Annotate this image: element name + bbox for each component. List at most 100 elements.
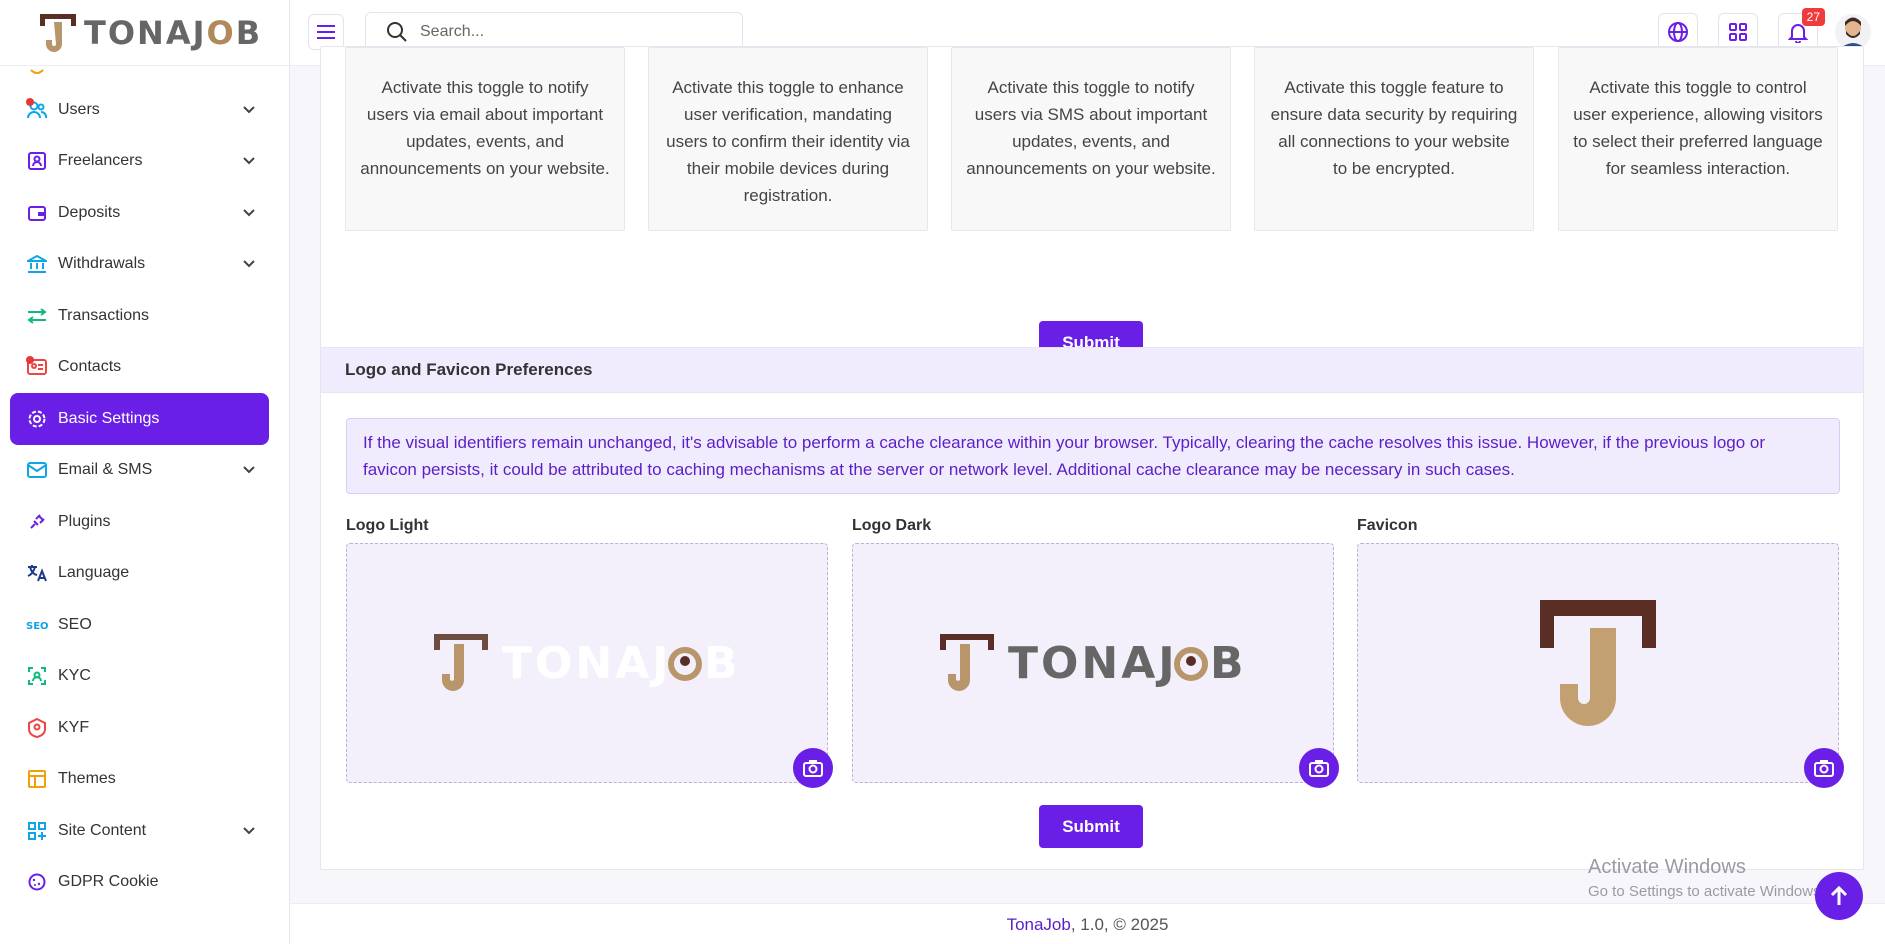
mail-icon [26, 459, 48, 481]
status-dot [26, 355, 34, 364]
favicon-uploader[interactable] [1357, 543, 1844, 788]
svg-text:B: B [704, 638, 738, 689]
notification-count-badge: 27 [1801, 8, 1825, 26]
sidebar-item-partial[interactable] [10, 64, 269, 84]
sidebar-item-site-content[interactable]: Site Content [10, 805, 269, 857]
footer-brand-link[interactable]: TonaJob [1007, 915, 1071, 934]
windows-watermark: Activate Windows Go to Settings to activ… [1588, 856, 1825, 900]
chevron-down-icon [243, 204, 255, 222]
logo-mark-icon [40, 13, 76, 52]
sidebar-item-label: Basic Settings [58, 409, 160, 427]
sidebar-item-withdrawals[interactable]: Withdrawals [10, 239, 269, 291]
watermark-title: Activate Windows [1588, 856, 1746, 878]
sidebar-item-plugins[interactable]: Plugins [10, 496, 269, 548]
cookie-icon [26, 871, 48, 893]
toggle-description-tile: Activate this toggle to notify users via… [951, 47, 1231, 231]
sidebar-item-freelancers[interactable]: Freelancers [10, 136, 269, 188]
sidebar-item-language[interactable]: Language [10, 548, 269, 600]
sidebar-item-label: Transactions [58, 306, 149, 324]
camera-icon [803, 760, 823, 777]
toggle-settings-card: Activate this toggle to notify users via… [320, 46, 1864, 388]
translate-icon [26, 562, 48, 584]
footer: TonaJob, 1.0, © 2025 [290, 903, 1885, 944]
svg-text:TONAJ: TONAJ [1008, 638, 1178, 689]
sidebar-item-label: Plugins [58, 512, 111, 530]
wallet-icon [26, 202, 48, 224]
logo-light-uploader[interactable]: TONAJ B [346, 543, 833, 788]
logo-light-camera-button[interactable] [793, 748, 833, 788]
logo-submit-button[interactable]: Submit [1039, 805, 1143, 848]
sidebar-item-deposits[interactable]: Deposits [10, 187, 269, 239]
scroll-to-top-button[interactable] [1815, 872, 1863, 920]
search-icon [387, 22, 407, 42]
chevron-down-icon [243, 152, 255, 170]
logo-dark-preview: TONAJ B [940, 634, 1244, 691]
search-input[interactable] [420, 23, 720, 41]
sidebar-item-label: Deposits [58, 203, 121, 221]
camera-icon [1814, 760, 1834, 777]
favicon-label: Favicon [1357, 517, 1418, 534]
sidebar-item-label: Users [58, 100, 100, 118]
bank-icon [26, 253, 48, 275]
sidebar-item-label: KYC [58, 667, 91, 685]
brand-wordmark: TONAJOB [84, 13, 263, 52]
logo-light-preview: TONAJ B [434, 634, 738, 691]
favicon-preview [1540, 600, 1656, 726]
grid-plus-icon [26, 820, 48, 842]
sidebar-item-label: Site Content [58, 821, 147, 839]
face-scan-icon [26, 665, 48, 687]
sidebar-item-label: Themes [58, 770, 116, 788]
sidebar-item-users[interactable]: Users [10, 84, 269, 136]
sidebar-item-label: Freelancers [58, 152, 143, 170]
toggle-description-tile: Activate this toggle to notify users via… [345, 47, 625, 231]
chevron-down-icon [243, 461, 255, 479]
sidebar-item-email-sms[interactable]: Email & SMS [10, 445, 269, 497]
sidebar-item-gdpr-cookie[interactable]: GDPR Cookie [10, 857, 269, 909]
chevron-down-icon [243, 822, 255, 840]
brand-logo[interactable]: TONAJOB [38, 12, 262, 54]
svg-text:TONAJ: TONAJ [502, 638, 672, 689]
favicon-camera-button[interactable] [1804, 748, 1844, 788]
svg-text:B: B [1210, 638, 1244, 689]
sidebar-item-label: Withdrawals [58, 255, 146, 273]
camera-icon [1309, 760, 1329, 777]
user-avatar-icon [1839, 17, 1867, 50]
toggle-description-tile: Activate this toggle feature to ensure d… [1254, 47, 1534, 231]
sidebar-item-kyc[interactable]: KYC [10, 651, 269, 703]
sidebar-item-kyf[interactable]: KYF [10, 702, 269, 754]
id-card-icon [26, 150, 48, 172]
toggle-description-text: Activate this toggle to control user exp… [1573, 78, 1823, 178]
toggle-description-text: Activate this toggle feature to ensure d… [1270, 78, 1518, 178]
logo-light-label: Logo Light [346, 517, 429, 534]
sidebar-item-contacts[interactable]: Contacts [10, 342, 269, 394]
status-dot [26, 98, 34, 106]
sidebar-item-label: Contacts [58, 358, 122, 376]
logo-dark-label: Logo Dark [852, 517, 932, 534]
plug-icon [26, 511, 48, 533]
chevron-down-icon [243, 255, 255, 273]
footer-version: , 1.0, © 2025 [1070, 915, 1169, 934]
grid-icon [1729, 23, 1747, 41]
toggle-description-text: Activate this toggle to enhance user ver… [666, 78, 910, 205]
sidebar-item-themes[interactable]: Themes [10, 754, 269, 806]
menu-toggle-button[interactable] [308, 14, 344, 50]
partial-icon [26, 64, 48, 84]
avatar[interactable] [1835, 14, 1871, 50]
sidebar-item-label: GDPR Cookie [58, 873, 159, 891]
sidebar: TONAJOB Users Freelancers Deposits Withdraw… [0, 0, 290, 944]
sidebar-item-label: Language [58, 564, 130, 582]
sidebar-item-basic-settings[interactable]: Basic Settings [10, 393, 269, 445]
logo-dark-uploader[interactable]: TONAJ B [852, 543, 1339, 788]
chevron-down-icon [243, 101, 255, 119]
seo-icon: SEO [26, 614, 48, 636]
brand-area[interactable]: TONAJOB [0, 0, 289, 66]
sidebar-item-label: Email & SMS [58, 461, 153, 479]
toggle-description-text: Activate this toggle to notify users via… [966, 78, 1216, 178]
sidebar-item-transactions[interactable]: Transactions [10, 290, 269, 342]
logo-dark-camera-button[interactable] [1299, 748, 1339, 788]
toggle-description-tile: Activate this toggle to control user exp… [1558, 47, 1838, 231]
sidebar-item-seo[interactable]: SEO SEO [10, 599, 269, 651]
gear-icon [26, 408, 48, 430]
hamburger-icon [317, 25, 335, 39]
logo-favicon-card: Logo and Favicon Preferences If the visu… [320, 347, 1864, 870]
